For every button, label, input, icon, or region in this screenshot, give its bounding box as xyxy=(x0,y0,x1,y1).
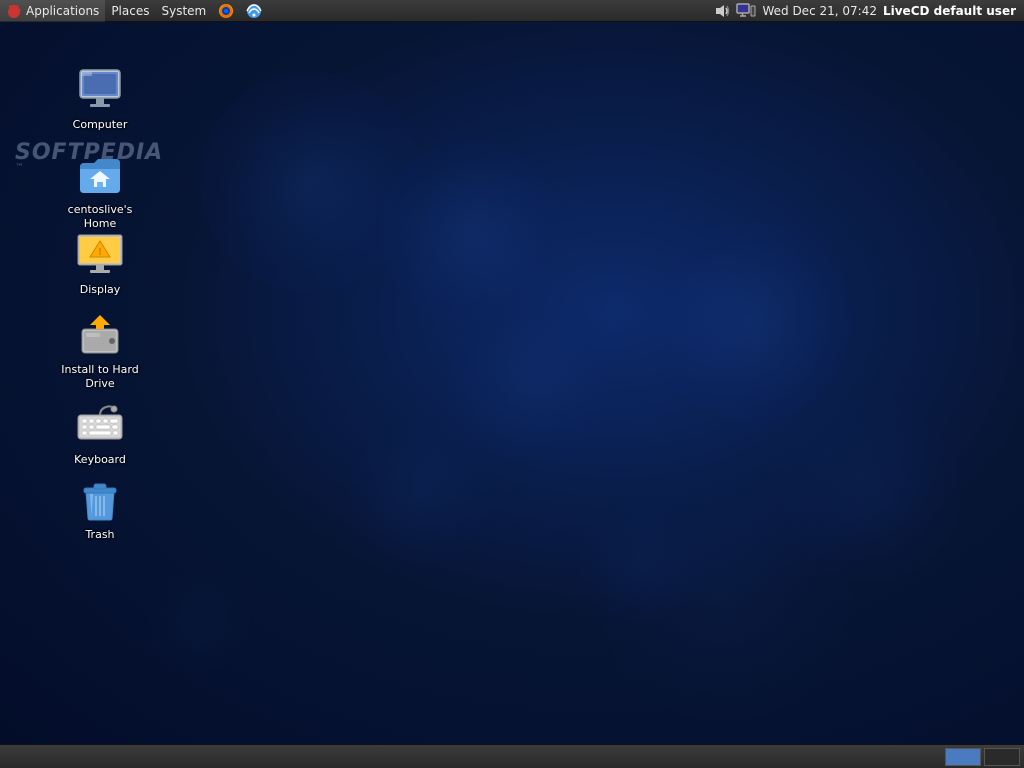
bokeh-9 xyxy=(600,472,850,722)
home-icon[interactable]: centoslive's Home xyxy=(55,147,145,236)
datetime-label: Wed Dec 21, 07:42 xyxy=(762,4,877,18)
network-manager-launcher[interactable] xyxy=(240,0,268,22)
top-panel: Applications Places System xyxy=(0,0,1024,22)
bokeh-8 xyxy=(150,572,250,672)
panel-left: Applications Places System xyxy=(0,0,714,22)
computer-icon[interactable]: Computer xyxy=(55,62,145,136)
bottom-panel xyxy=(0,744,1024,768)
display-icon-img: ! xyxy=(76,231,124,279)
network-icon xyxy=(246,3,262,19)
svg-text:!: ! xyxy=(98,247,103,258)
computer-label: Computer xyxy=(73,118,128,132)
bokeh-3 xyxy=(450,302,610,462)
applications-label: Applications xyxy=(26,4,99,18)
trash-icon-img xyxy=(76,476,124,524)
install-label: Install to Hard Drive xyxy=(59,363,141,392)
applications-menu[interactable]: Applications xyxy=(0,0,105,22)
trash-label: Trash xyxy=(85,528,114,542)
bokeh-5 xyxy=(350,422,490,562)
workspace-2-button[interactable] xyxy=(984,748,1020,766)
display-network-icon[interactable] xyxy=(736,3,756,19)
places-menu[interactable]: Places xyxy=(105,0,155,22)
install-icon-img xyxy=(76,311,124,359)
bokeh-2 xyxy=(380,142,560,322)
computer-icon-img xyxy=(76,66,124,114)
desktop: SOFTPEDIA ™ Computer xyxy=(0,22,1024,746)
display-label: Display xyxy=(80,283,121,297)
panel-right: Wed Dec 21, 07:42 LiveCD default user xyxy=(714,3,1024,19)
display-icon[interactable]: ! Display xyxy=(55,227,145,301)
volume-icon[interactable] xyxy=(714,3,730,19)
workspace-1-button[interactable] xyxy=(945,748,981,766)
keyboard-icon-img xyxy=(76,401,124,449)
username-label: LiveCD default user xyxy=(883,4,1016,18)
bokeh-4 xyxy=(650,222,850,422)
softpedia-sub: ™ xyxy=(15,163,26,173)
keyboard-label: Keyboard xyxy=(74,453,126,467)
system-label: System xyxy=(161,4,206,18)
firefox-launcher[interactable] xyxy=(212,0,240,22)
gnome-foot-icon xyxy=(6,3,22,19)
places-label: Places xyxy=(111,4,149,18)
keyboard-icon[interactable]: Keyboard xyxy=(55,397,145,471)
trash-icon[interactable]: Trash xyxy=(55,472,145,546)
home-icon-img xyxy=(76,151,124,199)
firefox-icon xyxy=(218,3,234,19)
system-menu[interactable]: System xyxy=(155,0,212,22)
install-icon[interactable]: Install to Hard Drive xyxy=(55,307,145,396)
